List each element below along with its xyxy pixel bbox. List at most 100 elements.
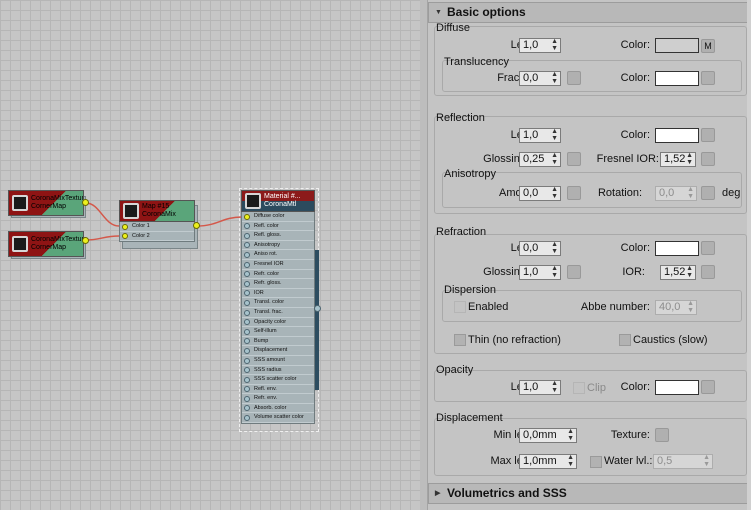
input-port[interactable] <box>244 309 250 316</box>
reflection-glossiness-spinner[interactable]: 0,25 ▲ ▼ <box>519 152 561 167</box>
refraction-level-spinner[interactable]: 0,0 ▲ ▼ <box>519 241 561 256</box>
max-level-spinner[interactable]: 1,0mm ▲ ▼ <box>519 454 577 469</box>
fresnel-ior-spinner[interactable]: 1,52 ▲ ▼ <box>660 152 696 167</box>
spinner-arrows-icon[interactable]: ▲ ▼ <box>567 454 574 468</box>
material-input-row[interactable]: Opacity color <box>242 318 314 328</box>
diffuse-level-spinner[interactable]: 1,0 ▲ ▼ <box>519 38 561 53</box>
input-port[interactable] <box>244 386 250 393</box>
input-port[interactable] <box>244 415 250 422</box>
input-port[interactable] <box>244 376 250 383</box>
material-input-row[interactable]: Transl. color <box>242 298 314 308</box>
reflection-color-map-button[interactable] <box>701 128 715 142</box>
rollout-basic-options[interactable]: ▼ Basic options <box>428 2 751 23</box>
spinner-arrows-icon[interactable]: ▲ ▼ <box>567 428 574 442</box>
material-input-row[interactable]: SSS scatter color <box>242 375 314 385</box>
displacement-texture-button[interactable] <box>655 428 669 442</box>
caustics-checkbox[interactable] <box>619 334 631 346</box>
material-input-row[interactable]: Refl. color <box>242 222 314 232</box>
translucency-fraction-map-button[interactable] <box>567 71 581 85</box>
spinner-arrows-icon[interactable]: ▲ ▼ <box>687 300 694 314</box>
node-editor-canvas[interactable]: CoronaMixTexture CornerMap CoronaMixText… <box>0 0 420 510</box>
input-port[interactable] <box>244 395 250 402</box>
material-input-row[interactable]: Refr. color <box>242 270 314 280</box>
material-input-row[interactable]: Displacement <box>242 346 314 356</box>
input-port[interactable] <box>244 213 250 220</box>
material-input-row[interactable]: Transl. frac. <box>242 308 314 318</box>
refraction-ior-map-button[interactable] <box>701 265 715 279</box>
material-input-row[interactable]: Refr. gloss. <box>242 279 314 289</box>
opacity-clip-checkbox[interactable] <box>573 382 585 394</box>
material-input-row[interactable]: Diffuse color <box>242 212 314 222</box>
material-input-row[interactable]: Volume scatter color <box>242 413 314 424</box>
input-port[interactable] <box>244 271 250 278</box>
input-port[interactable] <box>122 233 128 240</box>
refraction-glossiness-spinner[interactable]: 1,0 ▲ ▼ <box>519 265 561 280</box>
refraction-glossiness-map-button[interactable] <box>567 265 581 279</box>
material-input-row[interactable]: Bump <box>242 337 314 347</box>
diffuse-color-swatch[interactable] <box>655 38 699 53</box>
opacity-color-swatch[interactable] <box>655 380 699 395</box>
input-port[interactable] <box>244 347 250 354</box>
output-port[interactable] <box>82 237 89 244</box>
material-input-row[interactable]: SSS radius <box>242 366 314 376</box>
anisotropy-rotation-spinner[interactable]: 0,0 ▲ ▼ <box>655 186 697 201</box>
input-port[interactable] <box>244 357 250 364</box>
material-input-row[interactable]: Aniso rot. <box>242 250 314 260</box>
spinner-arrows-icon[interactable]: ▲ ▼ <box>703 454 710 468</box>
spinner-arrows-icon[interactable]: ▲ ▼ <box>551 38 558 52</box>
node-scroll-strip[interactable] <box>315 250 319 390</box>
min-level-spinner[interactable]: 0,0mm ▲ ▼ <box>519 428 577 443</box>
rollout-volumetrics-sss[interactable]: ▶ Volumetrics and SSS <box>428 483 751 504</box>
spinner-arrows-icon[interactable]: ▲ ▼ <box>551 71 558 85</box>
reflection-level-spinner[interactable]: 1,0 ▲ ▼ <box>519 128 561 143</box>
input-port[interactable] <box>244 242 250 249</box>
refraction-color-map-button[interactable] <box>701 241 715 255</box>
input-port[interactable] <box>122 223 128 230</box>
opacity-level-spinner[interactable]: 1,0 ▲ ▼ <box>519 380 561 395</box>
spinner-arrows-icon[interactable]: ▲ ▼ <box>551 186 558 200</box>
input-port[interactable] <box>244 251 250 258</box>
translucency-fraction-spinner[interactable]: 0,0 ▲ ▼ <box>519 71 561 86</box>
input-port[interactable] <box>244 319 250 326</box>
material-input-row[interactable]: SSS amount <box>242 356 314 366</box>
panel-splitter[interactable] <box>420 0 428 510</box>
spinner-arrows-icon[interactable]: ▲ ▼ <box>551 265 558 279</box>
input-port[interactable] <box>244 223 250 230</box>
diffuse-map-button[interactable]: M <box>701 39 715 53</box>
texture-node-a[interactable]: CoronaMixTexture CornerMap <box>8 190 89 220</box>
material-input-row[interactable]: Refl. gloss. <box>242 231 314 241</box>
input-color-2[interactable]: Color 2 <box>120 232 194 242</box>
anisotropy-rotation-map-button[interactable] <box>701 186 715 200</box>
spinner-arrows-icon[interactable]: ▲ ▼ <box>551 152 558 166</box>
panel-scrollbar[interactable] <box>747 0 751 510</box>
input-port[interactable] <box>244 299 250 306</box>
input-port[interactable] <box>244 280 250 287</box>
thin-no-refraction-checkbox[interactable] <box>454 334 466 346</box>
spinner-arrows-icon[interactable]: ▲ ▼ <box>551 241 558 255</box>
input-port[interactable] <box>244 405 250 412</box>
material-input-row[interactable]: Self-illum <box>242 327 314 337</box>
output-port[interactable] <box>82 199 89 206</box>
input-port[interactable] <box>244 338 250 345</box>
translucency-color-map-button[interactable] <box>701 71 715 85</box>
input-port[interactable] <box>244 328 250 335</box>
anisotropy-amount-map-button[interactable] <box>567 186 581 200</box>
anisotropy-amount-spinner[interactable]: 0,0 ▲ ▼ <box>519 186 561 201</box>
input-port[interactable] <box>244 261 250 268</box>
material-input-row[interactable]: Anisotropy <box>242 241 314 251</box>
spinner-arrows-icon[interactable]: ▲ ▼ <box>686 265 693 279</box>
translucency-color-swatch[interactable] <box>655 71 699 86</box>
fresnel-ior-map-button[interactable] <box>701 152 715 166</box>
water-level-checkbox[interactable] <box>590 456 602 468</box>
refraction-ior-spinner[interactable]: 1,52 ▲ ▼ <box>660 265 696 280</box>
material-input-row[interactable]: Refl. env. <box>242 385 314 395</box>
spinner-arrows-icon[interactable]: ▲ ▼ <box>551 380 558 394</box>
mix-node[interactable]: Map #15 CoronaMix Color 1 Color 2 <box>119 200 200 250</box>
output-port[interactable] <box>193 222 200 229</box>
material-input-row[interactable]: Fresnel IOR <box>242 260 314 270</box>
material-node[interactable]: Material #... CoronaMtl Diffuse color Ref… <box>239 188 321 432</box>
refraction-color-swatch[interactable] <box>655 241 699 256</box>
spinner-arrows-icon[interactable]: ▲ ▼ <box>551 128 558 142</box>
opacity-color-map-button[interactable] <box>701 380 715 394</box>
reflection-color-swatch[interactable] <box>655 128 699 143</box>
